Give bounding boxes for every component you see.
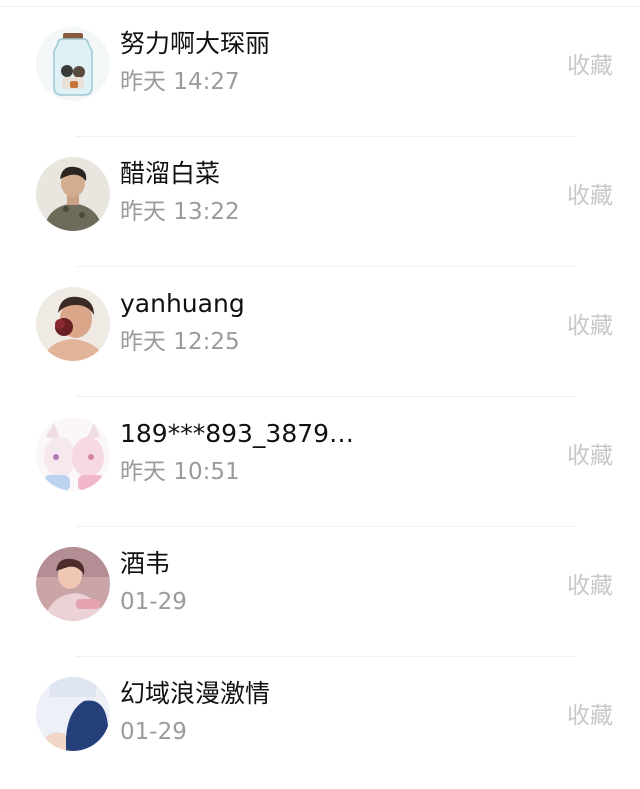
anime-avatar-image — [36, 417, 110, 491]
message-time: 01-29 — [120, 589, 187, 615]
contact-row[interactable]: yanhuang 昨天 12:25 收藏 — [0, 267, 640, 397]
person-avatar-image — [36, 677, 110, 751]
avatar[interactable] — [36, 157, 110, 231]
message-time: 昨天 14:27 — [120, 69, 240, 95]
message-time: 01-29 — [120, 719, 187, 745]
message-time: 昨天 10:51 — [120, 459, 240, 485]
avatar[interactable] — [36, 547, 110, 621]
contact-row[interactable]: 幻域浪漫激情 01-29 收藏 — [0, 657, 640, 787]
contact-row[interactable]: 醋溜白菜 昨天 13:22 收藏 — [0, 137, 640, 267]
contact-name: 189***893_3879… — [120, 419, 355, 448]
contact-name: 酒韦 — [120, 549, 171, 578]
avatar[interactable] — [36, 27, 110, 101]
favorite-button[interactable]: 收藏 — [567, 182, 613, 210]
avatar[interactable] — [36, 677, 110, 751]
person-avatar-image — [36, 287, 110, 361]
message-time: 昨天 12:25 — [120, 329, 240, 355]
contact-name: 醋溜白菜 — [120, 159, 221, 188]
favorite-button[interactable]: 收藏 — [567, 702, 613, 730]
contact-name: 幻域浪漫激情 — [120, 679, 271, 708]
favorite-button[interactable]: 收藏 — [567, 312, 613, 340]
contact-row[interactable]: 酒韦 01-29 收藏 — [0, 527, 640, 657]
contact-row[interactable]: 189***893_3879… 昨天 10:51 收藏 — [0, 397, 640, 527]
favorite-button[interactable]: 收藏 — [567, 572, 613, 600]
favorite-button[interactable]: 收藏 — [567, 52, 613, 80]
person-avatar-image — [36, 547, 110, 621]
favorite-button[interactable]: 收藏 — [567, 442, 613, 470]
message-time: 昨天 13:22 — [120, 199, 240, 225]
avatar[interactable] — [36, 417, 110, 491]
contact-list: 努力啊大琛丽 昨天 14:27 收藏 醋溜白菜 昨天 13:22 收藏 yanh… — [0, 7, 640, 787]
person-avatar-image — [36, 157, 110, 231]
avatar[interactable] — [36, 287, 110, 361]
contact-row[interactable]: 努力啊大琛丽 昨天 14:27 收藏 — [0, 7, 640, 137]
jar-avatar-image — [36, 27, 110, 101]
contact-name: 努力啊大琛丽 — [120, 29, 271, 58]
contact-name: yanhuang — [120, 289, 245, 318]
